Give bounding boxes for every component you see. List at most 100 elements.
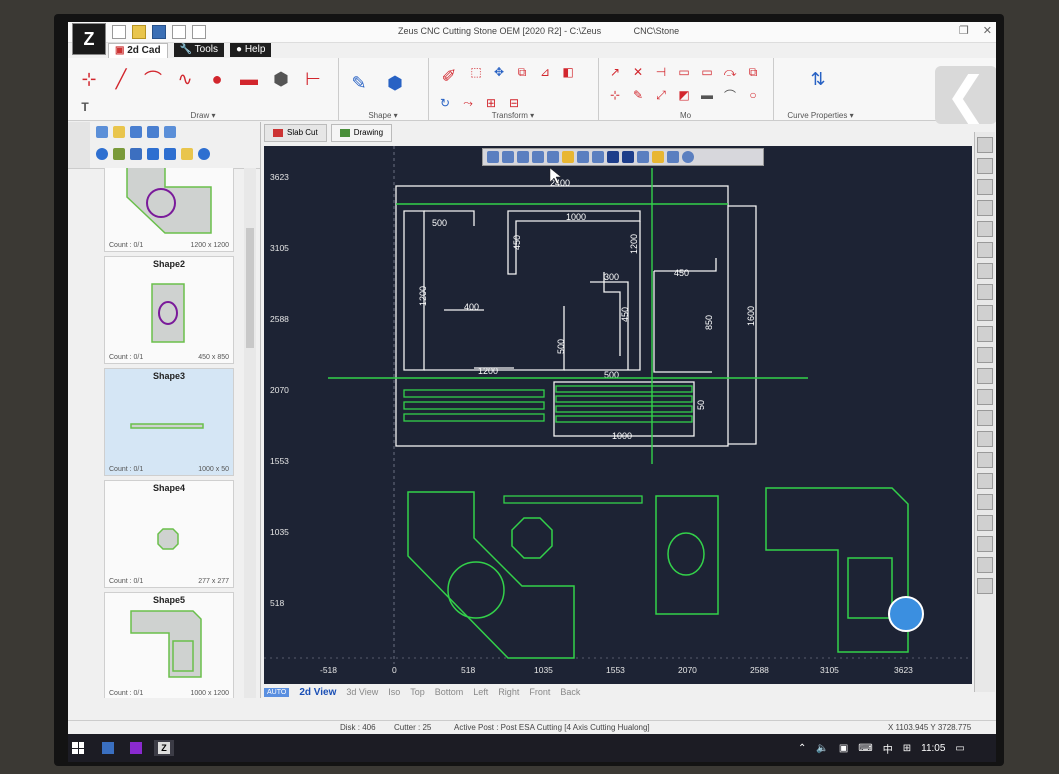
pencil-icon[interactable]	[562, 151, 574, 163]
add-icon[interactable]	[96, 148, 108, 160]
shape-list-scrollbar[interactable]	[244, 168, 256, 698]
fillet-icon[interactable]: ▭	[675, 63, 693, 81]
shape-card-3[interactable]: Shape3 Count : 0/1 1000 x 50	[104, 368, 234, 476]
refresh-icon[interactable]	[198, 148, 210, 160]
tray-up-arrow-icon[interactable]: ⌃	[798, 743, 806, 754]
add-shape-icon[interactable]: ⬢	[382, 70, 408, 96]
line-icon[interactable]: ╱	[108, 66, 134, 92]
grid-icon[interactable]	[577, 151, 589, 163]
right-tool-10-icon[interactable]	[977, 326, 993, 342]
join-icon[interactable]: ⤼	[721, 63, 739, 81]
stretch-icon[interactable]: ⤢	[652, 86, 670, 104]
right-tool-8-icon[interactable]	[977, 284, 993, 300]
ime-grid-icon[interactable]: ⊞	[903, 743, 911, 754]
right-tool-16-icon[interactable]	[977, 452, 993, 468]
right-tool-22-icon[interactable]	[977, 578, 993, 594]
magic-wand-icon[interactable]: ✎	[346, 70, 372, 96]
zoom-previous-icon[interactable]	[547, 151, 559, 163]
search-icon[interactable]	[667, 151, 679, 163]
drawing-canvas[interactable]: 3623 3105 2588 2070 1553 1035 518 -518 0…	[264, 146, 972, 684]
open-folder-icon[interactable]	[132, 25, 146, 39]
hexagon-icon[interactable]	[147, 148, 159, 160]
rectangle-icon[interactable]: ▬	[236, 66, 262, 92]
redo-icon[interactable]	[192, 25, 206, 39]
right-tool-15-icon[interactable]	[977, 431, 993, 447]
input-method[interactable]: 中	[883, 741, 893, 756]
rotate-icon[interactable]: ↻	[436, 94, 454, 112]
zoom-fit-icon[interactable]	[517, 151, 529, 163]
tab-2d-view[interactable]: 2d View	[299, 687, 336, 698]
close-icon[interactable]: ✕	[983, 24, 992, 37]
warning-icon[interactable]	[652, 151, 664, 163]
tab-iso[interactable]: Iso	[388, 687, 400, 697]
right-tool-12-icon[interactable]	[977, 368, 993, 384]
right-tool-4-icon[interactable]	[977, 200, 993, 216]
align-icon[interactable]: ⊟	[505, 94, 523, 112]
export-icon[interactable]	[164, 126, 176, 138]
tab-2d-cad[interactable]: ▣ 2d Cad	[108, 42, 168, 58]
right-tool-19-icon[interactable]	[977, 515, 993, 531]
tab-drawing[interactable]: Drawing	[330, 124, 393, 142]
layers-icon[interactable]	[607, 151, 619, 163]
group-icon[interactable]	[130, 148, 142, 160]
right-tool-9-icon[interactable]	[977, 305, 993, 321]
tab-3d-view[interactable]: 3d View	[346, 687, 378, 697]
explode-icon[interactable]: ⧉	[744, 63, 762, 81]
pen-icon[interactable]: ✐	[436, 63, 462, 89]
move-icon[interactable]: ✥	[490, 63, 508, 81]
right-tool-11-icon[interactable]	[977, 347, 993, 363]
slot-icon[interactable]: ▬	[698, 86, 716, 104]
chamfer-icon[interactable]: ▭	[698, 63, 716, 81]
point-icon[interactable]: ⊹	[76, 66, 102, 92]
tab-left[interactable]: Left	[473, 687, 488, 697]
curve-icon[interactable]: ⌒	[721, 86, 739, 104]
new-shape-icon[interactable]	[96, 126, 108, 138]
clock[interactable]: 11:05	[921, 743, 945, 754]
tab-back[interactable]: Back	[560, 687, 580, 697]
scale-icon[interactable]: ◧	[559, 63, 577, 81]
taskbar-app-1[interactable]	[102, 740, 114, 756]
network-icon[interactable]: ▣	[839, 743, 848, 754]
taskbar-zeus[interactable]: Z	[154, 740, 174, 756]
right-tool-2-icon[interactable]	[977, 158, 993, 174]
mirror-icon[interactable]: ⊿	[536, 63, 554, 81]
tab-slab-cut[interactable]: Slab Cut	[264, 124, 327, 142]
tab-help[interactable]: ● Help	[230, 43, 272, 57]
volume-icon[interactable]: 🔈	[816, 743, 828, 754]
zoom-window-icon[interactable]	[532, 151, 544, 163]
tab-front[interactable]: Front	[529, 687, 550, 697]
zoom-out-icon[interactable]	[502, 151, 514, 163]
right-tool-18-icon[interactable]	[977, 494, 993, 510]
right-tool-13-icon[interactable]	[977, 389, 993, 405]
tree-icon[interactable]	[113, 148, 125, 160]
right-tool-7-icon[interactable]	[977, 263, 993, 279]
back-button[interactable]: ❮	[935, 66, 996, 124]
trim-icon[interactable]: ↗	[606, 63, 624, 81]
copy-icon[interactable]: ⧉	[513, 63, 531, 81]
polygon-icon[interactable]: ⬢	[268, 66, 294, 92]
measure-icon[interactable]	[637, 151, 649, 163]
new-file-icon[interactable]	[112, 25, 126, 39]
curve-direction-icon[interactable]: ⇅	[805, 66, 831, 92]
tab-top[interactable]: Top	[410, 687, 425, 697]
dimension-icon[interactable]: ⊢	[300, 66, 326, 92]
assistant-ball-icon[interactable]	[888, 596, 924, 632]
app-logo[interactable]: Z	[72, 23, 106, 55]
array-icon[interactable]: ⊞	[482, 94, 500, 112]
spline-icon[interactable]: ∿	[172, 66, 198, 92]
shape-list[interactable]: Count : 0/1 1200 x 1200 Shape2 Count : 0…	[104, 168, 234, 698]
circle-icon[interactable]: ●	[204, 66, 230, 92]
break-icon[interactable]: ⊣	[652, 63, 670, 81]
tab-right[interactable]: Right	[498, 687, 519, 697]
info-icon[interactable]	[682, 151, 694, 163]
canvas-svg[interactable]: 3623 3105 2588 2070 1553 1035 518 -518 0…	[264, 146, 972, 684]
offset-icon[interactable]: ⤳	[459, 94, 477, 112]
right-tool-6-icon[interactable]	[977, 242, 993, 258]
shape-card-5[interactable]: Shape5 Count : 0/1 1000 x 1200	[104, 592, 234, 698]
arc-icon[interactable]: ⌒	[140, 66, 166, 92]
right-tool-5-icon[interactable]	[977, 221, 993, 237]
import-icon[interactable]	[147, 126, 159, 138]
tab-bottom[interactable]: Bottom	[435, 687, 464, 697]
shape-card-4[interactable]: Shape4 Count : 0/1 277 x 277	[104, 480, 234, 588]
right-tool-20-icon[interactable]	[977, 536, 993, 552]
